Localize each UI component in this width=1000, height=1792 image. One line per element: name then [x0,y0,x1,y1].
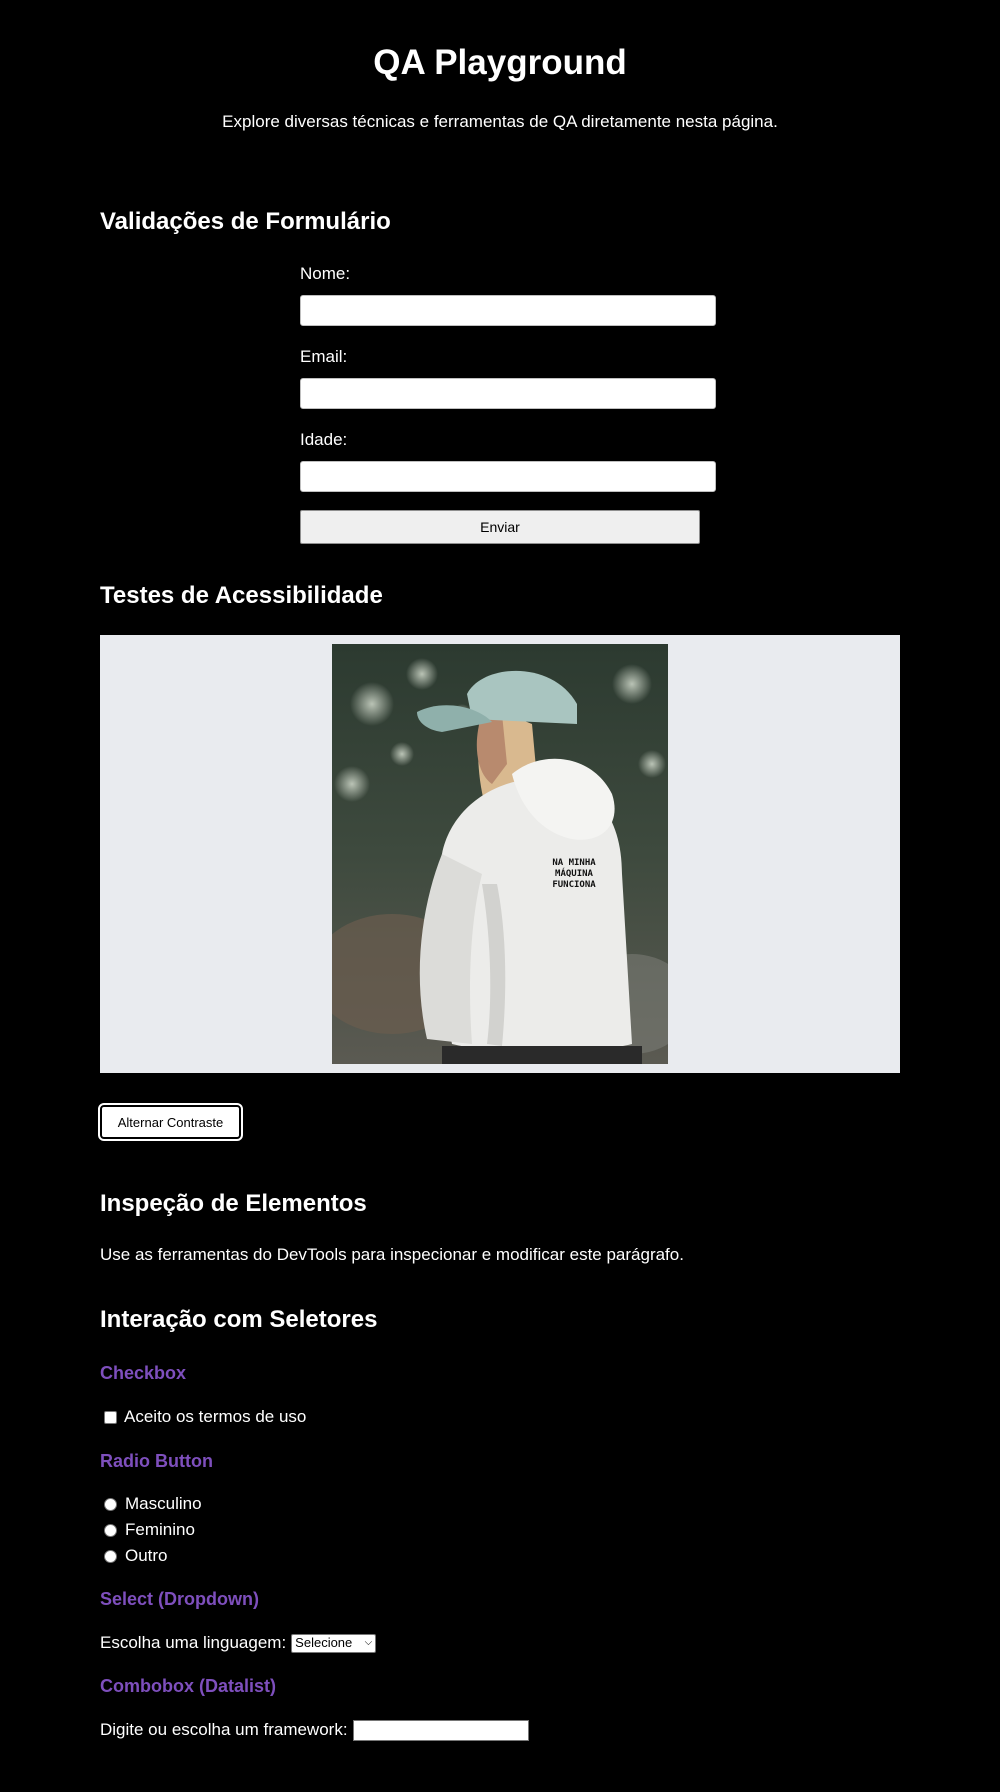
language-select-row: Escolha uma linguagem: Selecione ⌵ [100,1632,377,1654]
selectors-section-heading: Interação com Seletores [100,1306,378,1333]
toggle-contrast-button[interactable]: Alternar Contraste [98,1103,243,1141]
inspection-section-heading: Inspeção de Elementos [100,1190,367,1217]
email-label: Email: [300,347,348,366]
radio-label: Feminino [125,1520,195,1539]
print-line-3: FUNCIONA [552,880,596,890]
radio-label: Masculino [125,1494,202,1513]
radio-masculino[interactable] [104,1497,117,1511]
print-line-1: NA MINHA [552,858,596,868]
age-input[interactable] [300,461,716,492]
form-section-heading: Validações de Formulário [100,208,391,235]
image-panel: NA MINHA MÁQUINA FUNCIONA [100,635,900,1073]
framework-combobox-row: Digite ou escolha um framework: [100,1719,529,1741]
hoodie-photo: NA MINHA MÁQUINA FUNCIONA [332,644,668,1064]
radio-outro[interactable] [104,1549,117,1563]
accessibility-section-heading: Testes de Acessibilidade [100,582,383,609]
page-subtitle: Explore diversas técnicas e ferramentas … [222,112,778,131]
chevron-down-icon: ⌵ [364,1637,373,1648]
language-select-value: Selecione [295,1635,353,1650]
framework-combobox-input[interactable] [352,1719,529,1741]
combobox-heading: Combobox (Datalist) [100,1676,277,1696]
radio-option-row[interactable]: Feminino [104,1519,195,1541]
submit-button[interactable]: Enviar [300,510,700,544]
name-input[interactable] [300,295,716,326]
age-label: Idade: [300,430,348,449]
terms-checkbox-label: Aceito os termos de uso [124,1407,307,1426]
radio-option-row[interactable]: Masculino [104,1493,202,1515]
radio-label: Outro [125,1546,168,1565]
language-select[interactable]: Selecione ⌵ [291,1633,377,1653]
inspectable-paragraph: Use as ferramentas do DevTools para insp… [100,1245,684,1264]
radio-heading: Radio Button [100,1451,213,1471]
terms-checkbox-row[interactable]: Aceito os termos de uso [104,1406,306,1428]
terms-checkbox[interactable] [104,1410,117,1424]
email-input[interactable] [300,378,716,409]
select-heading: Select (Dropdown) [100,1589,260,1609]
framework-combobox-label: Digite ou escolha um framework: [100,1720,348,1739]
radio-option-row[interactable]: Outro [104,1545,168,1567]
print-line-2: MÁQUINA [555,867,594,879]
radio-feminino[interactable] [104,1523,117,1537]
name-label: Nome: [300,264,351,283]
checkbox-heading: Checkbox [100,1363,187,1383]
language-select-label: Escolha uma linguagem: [100,1633,287,1652]
page-title: QA Playground [373,43,627,82]
